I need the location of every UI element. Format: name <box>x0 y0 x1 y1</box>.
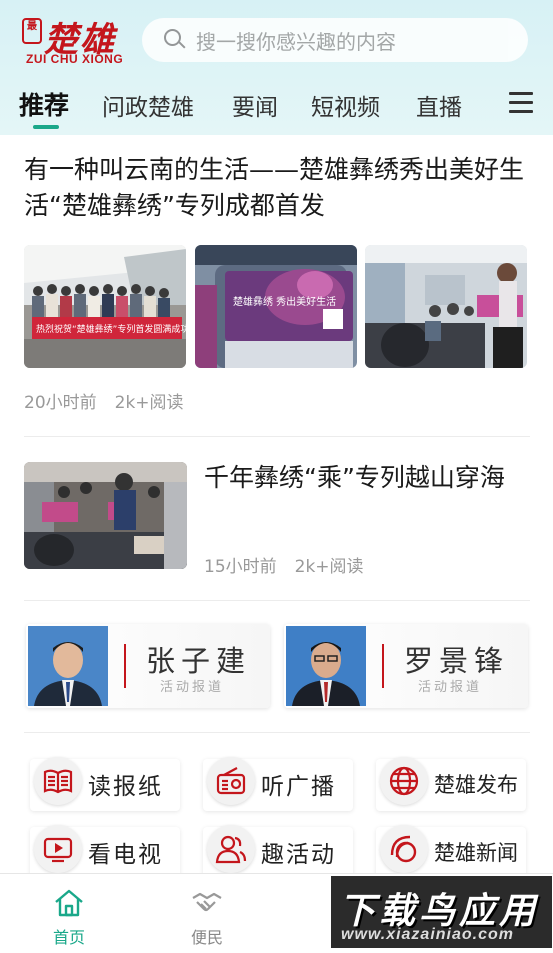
article-image[interactable] <box>24 462 187 569</box>
app-header: 最 楚雄 ZUI CHU XIONG 搜一搜你感兴趣的内容 推荐 问政楚雄 要闻… <box>0 0 553 135</box>
app-logo[interactable]: 最 楚雄 ZUI CHU XIONG <box>22 14 134 66</box>
handshake-icon <box>192 892 222 912</box>
category-tabs: 推荐 问政楚雄 要闻 短视频 直播 <box>0 84 553 135</box>
home-icon <box>55 889 83 917</box>
divider <box>24 732 530 733</box>
leader-card[interactable]: 罗景锋 活动报道 <box>284 624 528 708</box>
leader-divider <box>124 644 126 688</box>
tab-headlines[interactable]: 要闻 <box>232 88 278 122</box>
divider <box>24 600 530 601</box>
leader-photo <box>286 626 366 706</box>
service-label: 楚雄发布 <box>434 773 518 797</box>
nav-label: 便民 <box>190 928 223 947</box>
service-fun-activities[interactable]: 趣活动 <box>203 825 353 879</box>
leader-name: 罗景锋 <box>404 644 510 678</box>
article-image[interactable]: 楚雄彝绣 秀出美好生活 <box>195 245 357 368</box>
service-watch-tv[interactable]: 看电视 <box>30 825 180 879</box>
watermark: 下载鸟应用 www.xiazainiao.com <box>331 876 552 948</box>
poster-text: 楚雄彝绣 秀出美好生活 <box>233 295 336 308</box>
menu-icon[interactable] <box>509 92 533 114</box>
read-count: 2k+阅读 <box>114 393 184 413</box>
publish-time: 15小时前 <box>204 557 277 577</box>
service-label: 楚雄新闻 <box>434 841 518 865</box>
globe-icon <box>380 757 428 805</box>
service-chuxiong-release[interactable]: 楚雄发布 <box>376 757 526 811</box>
article-image[interactable]: 热烈祝贺“楚雄彝绣”专列首发圆满成功! <box>24 245 186 368</box>
article-meta: 15小时前 2k+阅读 <box>204 552 364 577</box>
publish-time: 20小时前 <box>24 393 97 413</box>
service-label: 读报纸 <box>88 774 163 800</box>
nav-home[interactable]: 首页 <box>29 874 109 953</box>
leader-divider <box>382 644 384 688</box>
nav-label: 首页 <box>52 928 85 947</box>
search-bar[interactable]: 搜一搜你感兴趣的内容 <box>142 18 528 62</box>
tab-live[interactable]: 直播 <box>416 88 462 122</box>
service-label: 趣活动 <box>261 842 336 868</box>
watermark-url: www.xiazainiao.com <box>341 926 515 943</box>
leader-subtitle: 活动报道 <box>418 680 483 695</box>
tab-recommend[interactable]: 推荐 <box>19 86 69 122</box>
article-title[interactable]: 千年彝绣“乘”专列越山穿海 <box>204 460 524 496</box>
divider <box>24 436 530 437</box>
search-icon <box>164 29 186 51</box>
tv-icon <box>34 825 82 873</box>
people-icon <box>207 825 255 873</box>
service-listen-radio[interactable]: 听广播 <box>203 757 353 811</box>
nav-services[interactable]: 便民 <box>167 874 247 953</box>
article-meta: 20小时前 2k+阅读 <box>24 388 184 413</box>
service-chuxiong-news[interactable]: 楚雄新闻 <box>376 825 526 879</box>
radio-icon <box>207 757 255 805</box>
logo-subtitle: ZUI CHU XIONG <box>26 52 124 66</box>
service-label: 看电视 <box>88 842 163 868</box>
tab-short-video[interactable]: 短视频 <box>311 88 380 122</box>
tab-politics[interactable]: 问政楚雄 <box>102 88 194 122</box>
article-image[interactable] <box>365 245 527 368</box>
service-label: 听广播 <box>261 774 336 800</box>
newspaper-icon <box>34 757 82 805</box>
search-placeholder: 搜一搜你感兴趣的内容 <box>196 29 396 54</box>
article-title[interactable]: 有一种叫云南的生活——楚雄彝绣秀出美好生活“楚雄彝绣”专列成都首发 <box>24 152 532 224</box>
service-read-newspaper[interactable]: 读报纸 <box>30 757 180 811</box>
leader-photo <box>28 626 108 706</box>
leader-card[interactable]: 张子建 活动报道 <box>26 624 270 708</box>
logo-seal: 最 <box>22 18 42 44</box>
leader-name: 张子建 <box>146 644 252 678</box>
news-logo-icon <box>380 825 428 873</box>
active-tab-indicator <box>33 125 59 129</box>
read-count: 2k+阅读 <box>294 557 364 577</box>
leader-subtitle: 活动报道 <box>160 680 225 695</box>
banner-text: 热烈祝贺“楚雄彝绣”专列首发圆满成功! <box>36 323 186 335</box>
